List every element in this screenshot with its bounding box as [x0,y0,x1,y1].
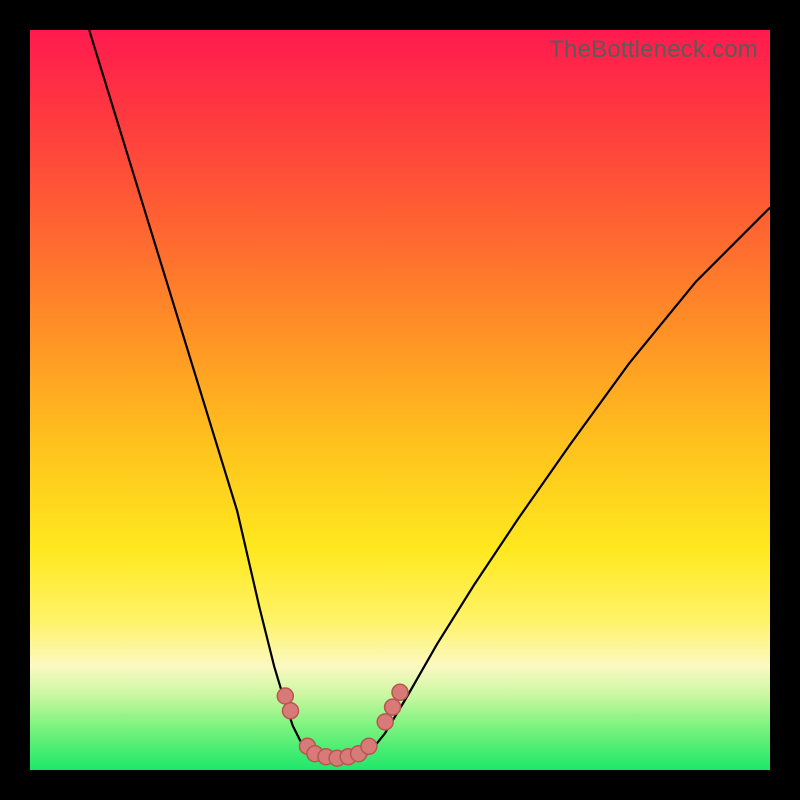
data-marker [392,684,408,700]
data-marker [385,699,401,715]
chart-frame: TheBottleneck.com [0,0,800,800]
curve-right [370,208,770,752]
plot-area: TheBottleneck.com [30,30,770,770]
curve-left [89,30,307,752]
marker-group [277,684,408,766]
data-marker [277,688,293,704]
data-marker [361,738,377,754]
data-marker [283,703,299,719]
data-marker [377,714,393,730]
curve-svg [30,30,770,770]
